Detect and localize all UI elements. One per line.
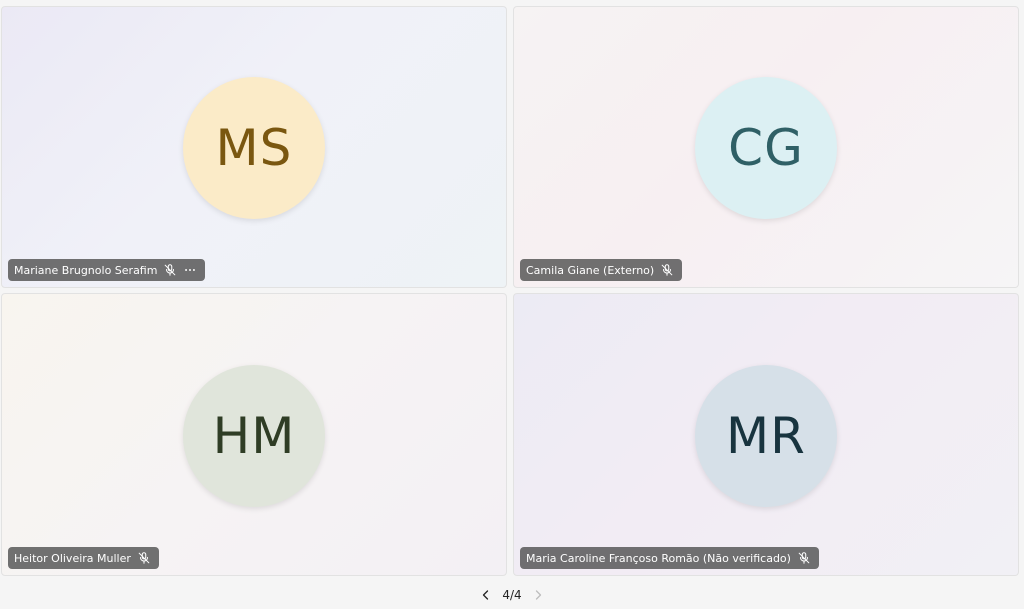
page-indicator: 4/4 <box>502 588 522 602</box>
mic-off-icon <box>797 551 811 565</box>
participant-name-bar: Maria Caroline Françoso Romão (Não verif… <box>520 547 819 569</box>
gallery-pager: 4/4 <box>0 585 1024 605</box>
chevron-right-icon[interactable] <box>530 587 546 603</box>
participant-name-bar: Camila Giane (Externo) <box>520 259 683 281</box>
participant-name-bar: Mariane Brugnolo Serafim <box>8 259 206 281</box>
avatar: MR <box>695 364 837 507</box>
meeting-stage: MS Mariane Brugnolo Serafim CG Camila Gi… <box>0 0 1024 609</box>
participant-grid: MS Mariane Brugnolo Serafim CG Camila Gi… <box>1 6 1019 577</box>
participant-tile-cg[interactable]: CG Camila Giane (Externo) <box>513 6 1019 288</box>
avatar: MS <box>183 77 325 219</box>
more-options-icon[interactable] <box>183 263 197 277</box>
chevron-left-icon[interactable] <box>478 587 494 603</box>
participant-name: Mariane Brugnolo Serafim <box>14 263 158 277</box>
mic-off-icon <box>660 263 674 277</box>
avatar: CG <box>695 77 837 219</box>
participant-tile-mr[interactable]: MR Maria Caroline Françoso Romão (Não ve… <box>513 293 1019 576</box>
participant-name-bar: Heitor Oliveira Muller <box>8 547 159 569</box>
participant-name: Camila Giane (Externo) <box>526 263 655 277</box>
participant-name: Maria Caroline Françoso Romão (Não verif… <box>526 551 791 565</box>
participant-tile-hm[interactable]: HM Heitor Oliveira Muller <box>1 293 507 576</box>
participant-tile-ms[interactable]: MS Mariane Brugnolo Serafim <box>1 6 507 288</box>
mic-off-icon <box>163 263 177 277</box>
mic-off-icon <box>137 551 151 565</box>
avatar: HM <box>183 364 325 507</box>
participant-name: Heitor Oliveira Muller <box>14 551 131 565</box>
